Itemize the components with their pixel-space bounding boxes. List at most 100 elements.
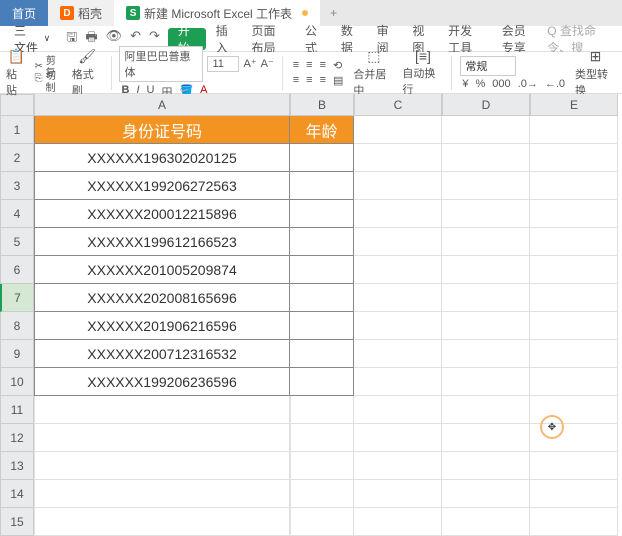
row-header[interactable]: 10 [0,368,34,396]
cell[interactable] [354,256,442,284]
size-select[interactable]: 11 [207,56,239,72]
cell[interactable] [530,256,618,284]
cell[interactable]: XXXXXX199206236596 [34,368,290,396]
cell[interactable] [290,340,354,368]
cell[interactable] [290,480,354,508]
cell[interactable] [290,172,354,200]
align-bot-icon[interactable]: ≡ [318,59,328,72]
header-cell-A[interactable]: 身份证号码 [34,116,290,144]
paste-group[interactable]: 📋 粘贴 [6,48,27,98]
cell[interactable] [530,116,618,144]
cell[interactable] [354,452,442,480]
cell[interactable]: XXXXXX201906216596 [34,312,290,340]
row-header[interactable]: 13 [0,452,34,480]
menu-formula[interactable]: 公式 [297,28,331,50]
row-header[interactable]: 11 [0,396,34,424]
cell[interactable] [354,340,442,368]
row-header[interactable]: 12 [0,424,34,452]
menu-data[interactable]: 数据 [333,28,367,50]
cell[interactable] [290,424,354,452]
format-brush[interactable]: 🖌 格式刷 [72,48,103,98]
cell[interactable] [290,284,354,312]
cell[interactable] [290,312,354,340]
cell[interactable] [354,508,442,536]
cell[interactable] [442,256,530,284]
currency-icon[interactable]: ¥ [460,78,470,90]
cell[interactable]: XXXXXX196302020125 [34,144,290,172]
cell[interactable] [442,312,530,340]
cell[interactable]: XXXXXX201005209874 [34,256,290,284]
row-header[interactable]: 8 [0,312,34,340]
align-left-icon[interactable]: ≡ [291,74,301,87]
cell[interactable] [354,144,442,172]
cell[interactable] [530,340,618,368]
row-header[interactable]: 15 [0,508,34,536]
cell[interactable] [442,144,530,172]
cell[interactable] [530,424,618,452]
cell[interactable] [290,256,354,284]
cell[interactable] [290,200,354,228]
menu-view[interactable]: 视图 [404,28,438,50]
cell[interactable]: XXXXXX200012215896 [34,200,290,228]
cell[interactable] [34,424,290,452]
dec-dec-icon[interactable]: ←.0 [543,78,567,90]
menu-dev[interactable]: 开发工具 [440,28,492,50]
menu-review[interactable]: 审阅 [369,28,403,50]
cell[interactable] [290,144,354,172]
cell[interactable] [442,424,530,452]
row-header[interactable]: 7 [0,284,34,312]
cell[interactable] [354,424,442,452]
comma-icon[interactable]: 000 [490,78,512,90]
cell[interactable] [290,508,354,536]
row-header[interactable]: 1 [0,116,34,144]
print-icon[interactable]: 🖶 [85,28,97,50]
cell[interactable] [530,284,618,312]
cell[interactable] [354,480,442,508]
header-cell-B[interactable]: 年龄 [290,116,354,144]
type-convert[interactable]: ⊞ 类型转换 [575,48,616,98]
cell[interactable] [530,508,618,536]
cell[interactable] [354,228,442,256]
align-right-icon[interactable]: ≡ [318,74,328,87]
copy-button[interactable]: ⎘复制 [35,73,64,85]
cell[interactable] [442,508,530,536]
cell[interactable] [530,312,618,340]
row-header[interactable]: 3 [0,172,34,200]
orientation-icon[interactable]: ⟲ [331,59,344,72]
cell[interactable] [442,200,530,228]
cell[interactable] [290,396,354,424]
percent-icon[interactable]: % [474,78,488,90]
cell[interactable] [354,396,442,424]
cell[interactable]: XXXXXX200712316532 [34,340,290,368]
menu-member[interactable]: 会员专享 [494,28,546,50]
cell[interactable] [34,508,290,536]
cell[interactable] [34,396,290,424]
increase-font-icon[interactable]: A⁺ [243,57,256,70]
row-header[interactable]: 14 [0,480,34,508]
cell[interactable] [354,284,442,312]
cell[interactable] [34,452,290,480]
cell[interactable] [290,368,354,396]
cell[interactable] [442,116,530,144]
col-header-B[interactable]: B [290,94,354,116]
cell[interactable] [354,312,442,340]
cell[interactable] [442,228,530,256]
save-icon[interactable]: 🖫 [66,28,77,50]
cell[interactable] [354,200,442,228]
cell[interactable] [442,340,530,368]
cell[interactable] [530,172,618,200]
cell[interactable]: XXXXXX202008165696 [34,284,290,312]
row-header[interactable]: 4 [0,200,34,228]
cell[interactable] [530,368,618,396]
align-center-icon[interactable]: ≡ [304,74,314,87]
indent-icon[interactable]: ▤ [331,74,345,87]
cell[interactable] [442,284,530,312]
font-select[interactable]: 阿里巴巴普惠体 [119,46,203,82]
cell[interactable] [34,480,290,508]
row-header[interactable]: 9 [0,340,34,368]
decrease-font-icon[interactable]: A⁻ [261,57,274,70]
cell[interactable] [354,368,442,396]
number-format-select[interactable]: 常规 [460,56,516,76]
cell[interactable] [290,452,354,480]
row-header[interactable]: 2 [0,144,34,172]
